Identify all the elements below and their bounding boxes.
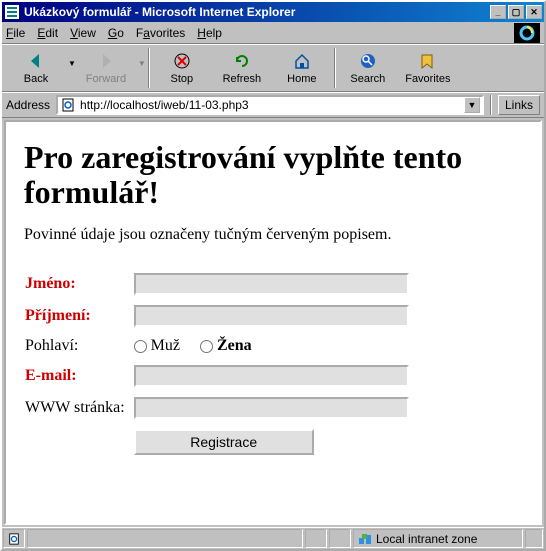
status-grip (525, 529, 543, 548)
menu-edit[interactable]: Edit (37, 26, 58, 40)
home-icon (292, 51, 312, 71)
menu-favorites[interactable]: Favorites (136, 26, 185, 40)
label-prijmeni: Příjmení: (24, 304, 133, 328)
content-area: Pro zaregistrování vyplňte tento formulá… (4, 120, 542, 525)
address-label: Address (6, 98, 52, 112)
status-slot (305, 529, 327, 548)
menu-view[interactable]: View (70, 26, 96, 40)
menu-help[interactable]: Help (197, 26, 222, 40)
addressbar-separator (490, 95, 492, 115)
refresh-button[interactable]: Refresh (212, 46, 272, 90)
stop-icon (172, 51, 192, 71)
menu-file[interactable]: File (6, 26, 25, 40)
addressbar: Address http://localhost/iweb/11-03.php3… (2, 92, 544, 118)
toolbar: Back ▼ Forward ▼ Stop Refresh Home Searc… (2, 44, 544, 92)
page-icon (60, 97, 76, 113)
label-pohlavi: Pohlaví: (24, 336, 133, 356)
window-controls: _ ▢ ✕ (490, 5, 542, 19)
titlebar: Ukázkový formulář - Microsoft Internet E… (2, 2, 544, 22)
back-icon (26, 51, 46, 71)
statusbar: Local intranet zone (2, 527, 544, 549)
address-url: http://localhost/iweb/11-03.php3 (80, 98, 464, 112)
links-button[interactable]: Links (498, 95, 540, 115)
status-slot (329, 529, 351, 548)
label-jmeno: Jméno: (24, 272, 133, 296)
menubar: File Edit View Go Favorites Help (2, 22, 544, 44)
favorites-button[interactable]: Favorites (398, 46, 458, 90)
minimize-button[interactable]: _ (490, 5, 506, 19)
status-zone: Local intranet zone (353, 529, 523, 548)
registration-form: Jméno: Příjmení: Pohlaví: Muž Žena (24, 264, 410, 464)
input-jmeno[interactable] (134, 273, 409, 295)
toolbar-separator (148, 48, 150, 88)
menu-go[interactable]: Go (108, 26, 124, 40)
label-email: E-mail: (24, 364, 133, 388)
toolbar-separator (334, 48, 336, 88)
address-dropdown-icon[interactable]: ▼ (464, 97, 480, 113)
app-icon (4, 4, 20, 20)
maximize-button[interactable]: ▢ (508, 5, 524, 19)
back-dropdown-icon[interactable]: ▼ (66, 59, 76, 68)
refresh-icon (232, 51, 252, 71)
address-field[interactable]: http://localhost/iweb/11-03.php3 ▼ (56, 95, 484, 115)
radio-zena[interactable]: Žena (200, 337, 252, 355)
input-prijmeni[interactable] (134, 305, 409, 327)
back-button[interactable]: Back (6, 46, 66, 90)
input-www[interactable] (134, 397, 409, 419)
forward-button[interactable]: Forward (76, 46, 136, 90)
page-heading: Pro zaregistrování vyplňte tento formulá… (24, 140, 522, 210)
search-icon (358, 51, 378, 71)
status-message (27, 529, 303, 548)
zone-icon (358, 532, 372, 546)
input-email[interactable] (134, 365, 409, 387)
ie-logo-icon (514, 23, 540, 43)
forward-dropdown-icon[interactable]: ▼ (136, 59, 146, 68)
label-www: WWW stránka: (24, 396, 133, 420)
page-body: Pro zaregistrování vyplňte tento formulá… (6, 122, 540, 478)
search-button[interactable]: Search (338, 46, 398, 90)
forward-icon (96, 51, 116, 71)
app-window: Ukázkový formulář - Microsoft Internet E… (0, 0, 546, 551)
submit-button[interactable]: Registrace (134, 429, 314, 455)
radio-muz[interactable]: Muž (134, 337, 180, 355)
status-page-icon (3, 529, 25, 548)
close-button[interactable]: ✕ (526, 5, 542, 19)
stop-button[interactable]: Stop (152, 46, 212, 90)
page-intro: Povinné údaje jsou označeny tučným červe… (24, 226, 522, 244)
window-title: Ukázkový formulář - Microsoft Internet E… (24, 5, 490, 19)
favorites-icon (418, 51, 438, 71)
home-button[interactable]: Home (272, 46, 332, 90)
